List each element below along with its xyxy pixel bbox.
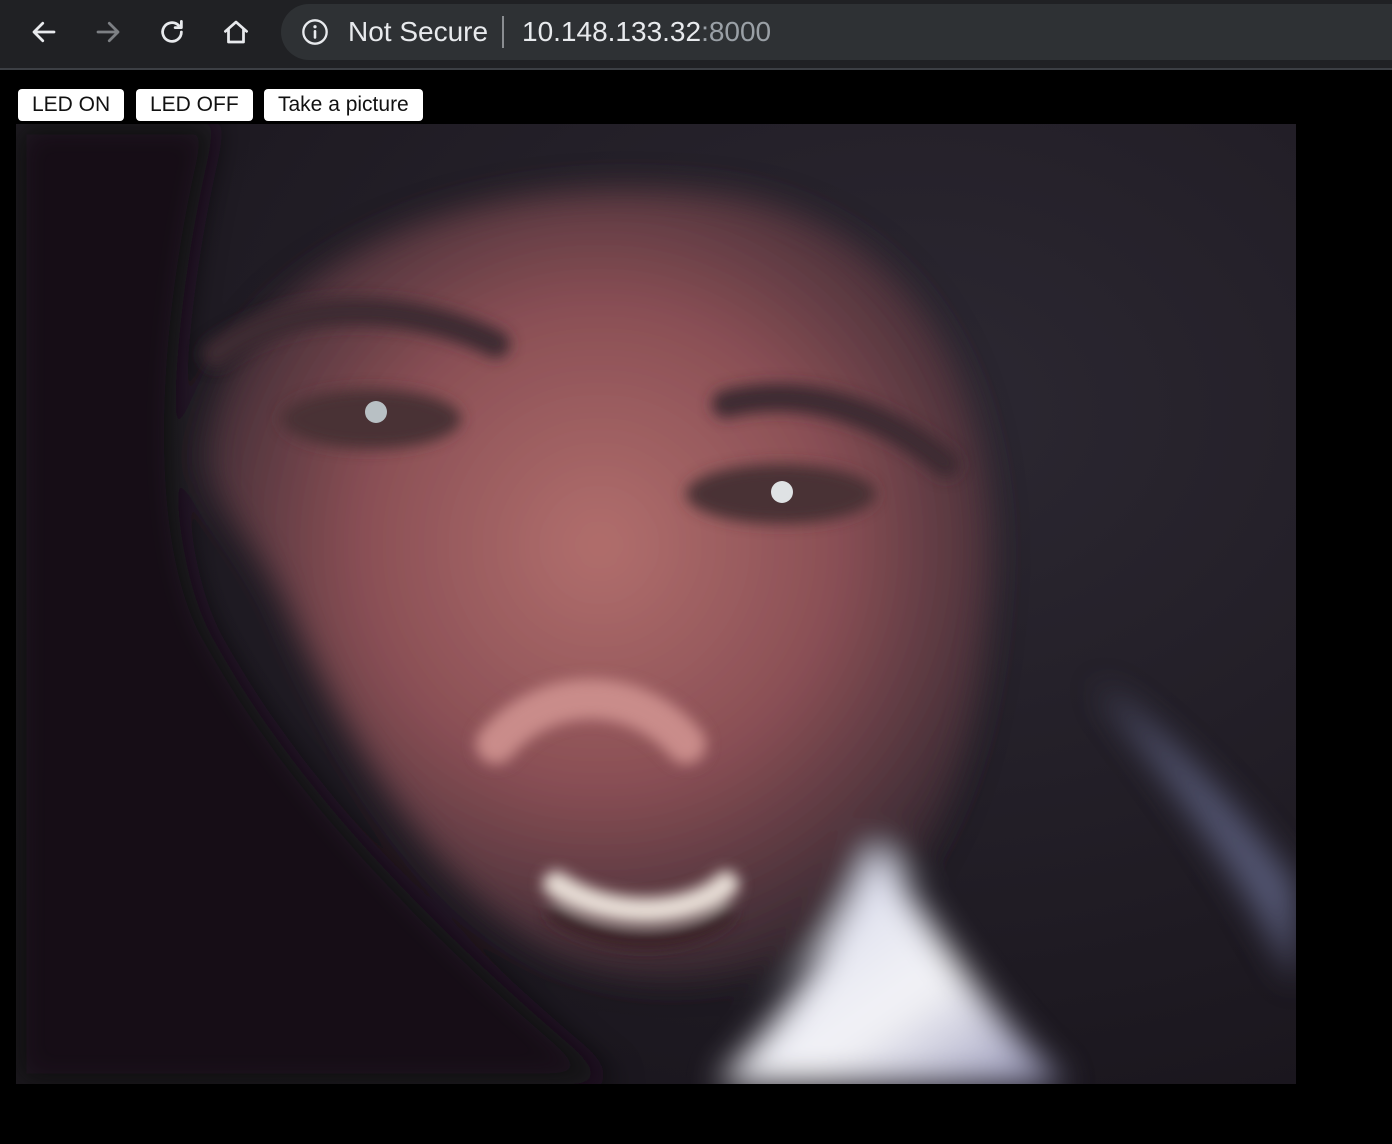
url-host: 10.148.133.32	[522, 16, 702, 47]
led-off-button[interactable]: LED OFF	[136, 89, 253, 121]
reload-button[interactable]	[152, 12, 192, 52]
security-status-label[interactable]: Not Secure	[348, 17, 488, 47]
address-divider	[502, 16, 504, 48]
take-picture-button[interactable]: Take a picture	[264, 89, 423, 121]
led-on-button[interactable]: LED ON	[18, 89, 125, 121]
back-button[interactable]	[24, 12, 64, 52]
reload-icon	[161, 20, 183, 43]
url-port: :8000	[701, 16, 772, 47]
url-text[interactable]: 10.148.133.32:8000	[522, 17, 771, 47]
arrow-left-icon	[32, 21, 56, 43]
browser-toolbar: Not Secure 10.148.133.32:8000	[0, 0, 1392, 70]
home-icon	[224, 20, 248, 44]
forward-button[interactable]	[88, 12, 128, 52]
home-button[interactable]	[216, 12, 256, 52]
page-content: LED ON LED OFF Take a picture	[0, 70, 1392, 1144]
camera-frame	[16, 124, 1296, 1084]
info-icon[interactable]	[301, 18, 329, 46]
camera-stream	[16, 124, 1296, 1084]
address-bar[interactable]: Not Secure 10.148.133.32:8000	[281, 4, 1392, 60]
arrow-right-icon	[96, 21, 120, 43]
